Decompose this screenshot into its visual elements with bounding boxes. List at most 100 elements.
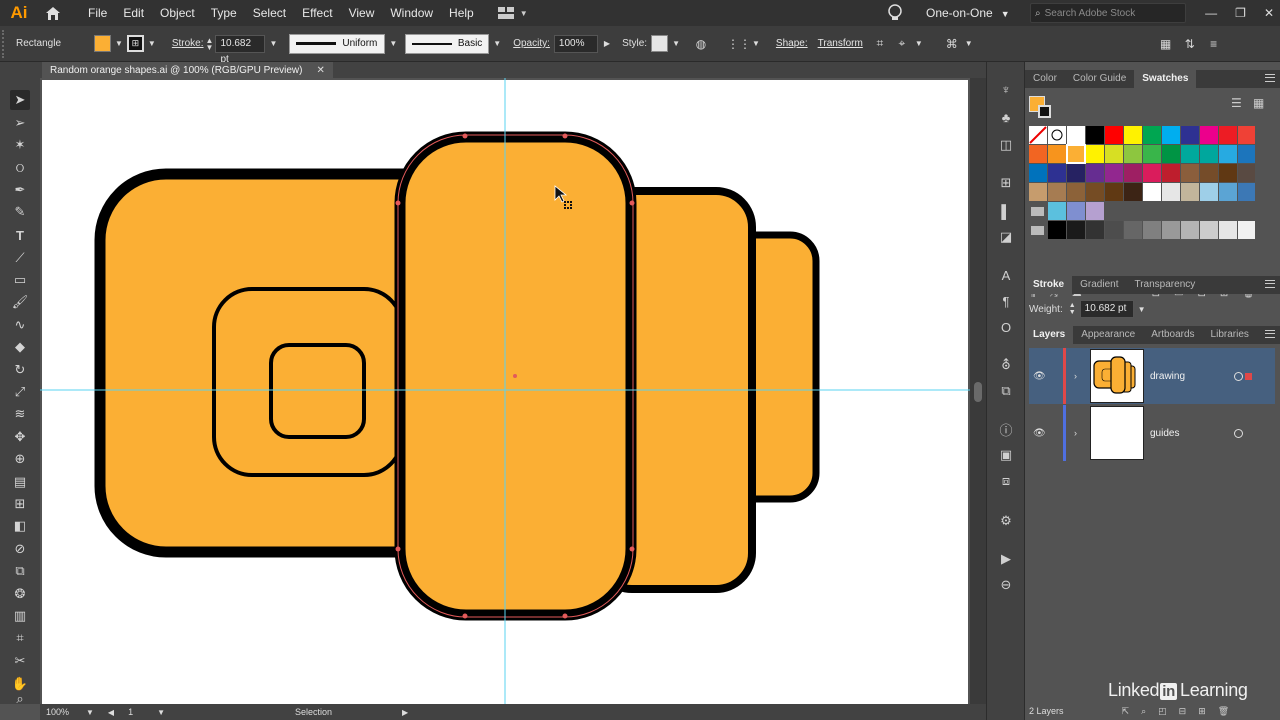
swatch[interactable] (1124, 183, 1142, 201)
tab-artboards[interactable]: Artboards (1143, 326, 1202, 344)
zoom-level[interactable]: 100% (46, 707, 86, 717)
weight-input[interactable]: 10.682 pt (1079, 300, 1134, 318)
swatch[interactable] (1029, 164, 1047, 182)
artwork-canvas[interactable] (40, 78, 970, 704)
swatch[interactable] (1066, 144, 1086, 164)
tab-layers[interactable]: Layers (1025, 326, 1074, 344)
swatch[interactable] (1200, 221, 1218, 239)
export-icon[interactable]: ⇱ (1122, 706, 1130, 717)
swatch[interactable] (1124, 221, 1142, 239)
brush-definition-select[interactable]: Basic (405, 33, 490, 54)
blend-tool-icon[interactable]: ⧉ (10, 561, 30, 581)
new-sublayer-icon[interactable]: ⊟ (1179, 706, 1187, 717)
isolate-object-icon[interactable]: ⌗ (871, 35, 889, 53)
swatch[interactable] (1086, 126, 1104, 144)
layer-name[interactable]: drawing (1150, 371, 1230, 382)
tab-appearance[interactable]: Appearance (1073, 326, 1143, 344)
perspective-grid-tool-icon[interactable]: ▤ (10, 472, 30, 492)
tab-stroke[interactable]: Stroke (1025, 276, 1073, 294)
column-graph-tool-icon[interactable]: ▥ (10, 606, 30, 626)
swatch[interactable] (1238, 126, 1255, 144)
home-icon[interactable] (42, 2, 64, 24)
graphic-style-swatch[interactable] (651, 35, 669, 52)
chevron-down-icon[interactable]: ▼ (157, 708, 165, 717)
menu-edit[interactable]: Edit (115, 0, 152, 26)
swatch[interactable] (1029, 183, 1047, 201)
puppet-warp-tool-icon[interactable]: ✥ (10, 427, 30, 447)
symbol-sprayer-tool-icon[interactable]: ❂ (10, 584, 30, 604)
paragraph-panel-icon[interactable]: ¶ (997, 292, 1015, 310)
chevron-down-icon[interactable]: ▼ (148, 39, 156, 48)
swatch[interactable] (1105, 145, 1123, 163)
eraser-tool-icon[interactable]: ◆ (10, 337, 30, 357)
swatch[interactable] (1162, 164, 1180, 182)
selection-tool-icon[interactable]: ➤ (10, 90, 30, 110)
lightbulb-icon[interactable] (886, 3, 904, 23)
chevron-right-icon[interactable]: ▶ (604, 39, 610, 48)
magic-wand-tool-icon[interactable]: ✶ (10, 135, 30, 155)
shaper-tool-icon[interactable]: ∿ (10, 315, 30, 335)
swatch[interactable] (1086, 221, 1104, 239)
select-similar-icon[interactable]: ⌖ (893, 35, 911, 53)
chevron-down-icon[interactable]: ▼ (965, 39, 973, 48)
actions-panel-icon[interactable]: ▶ (997, 550, 1015, 568)
gradient-tool-icon[interactable]: ◧ (10, 516, 30, 536)
list-view-icon[interactable]: ☰ (1231, 96, 1242, 110)
tab-color-guide[interactable]: Color Guide (1065, 70, 1134, 88)
pen-tool-icon[interactable]: ✒ (10, 180, 30, 200)
zoom-tool-icon[interactable]: ⌕ (10, 691, 30, 706)
swatch[interactable] (1029, 145, 1047, 163)
expand-arrow-icon[interactable]: › (1074, 428, 1084, 438)
align-icon[interactable]: ⋮⋮ (727, 35, 751, 53)
chevron-down-icon[interactable]: ▼ (1138, 305, 1146, 314)
tab-gradient[interactable]: Gradient (1072, 276, 1126, 294)
paintbrush-tool-icon[interactable]: 🖌 (10, 292, 30, 312)
direct-selection-tool-icon[interactable]: ➢ (10, 113, 30, 133)
chevron-down-icon[interactable]: ▼ (672, 39, 680, 48)
eyedropper-tool-icon[interactable]: ⊘ (10, 539, 30, 559)
chevron-down-icon[interactable]: ▼ (915, 39, 923, 48)
visibility-eye-icon[interactable]: 👁 (1033, 371, 1049, 382)
swatch[interactable] (1238, 145, 1255, 163)
restore-icon[interactable]: ❐ (1235, 6, 1246, 20)
locate-object-icon[interactable]: ⌕ (1141, 706, 1146, 717)
swatch[interactable] (1162, 145, 1180, 163)
menu-effect[interactable]: Effect (294, 0, 340, 26)
info-panel-icon[interactable]: ⓘ (997, 420, 1015, 438)
vertical-scrollbar[interactable] (970, 78, 986, 704)
layer-name[interactable]: guides (1150, 428, 1230, 439)
swatch[interactable] (1181, 126, 1199, 144)
opentype-panel-icon[interactable]: O (997, 318, 1015, 336)
make-clipping-mask-icon[interactable]: ◰ (1158, 706, 1167, 717)
swatch[interactable] (1067, 202, 1085, 220)
shape-link[interactable]: Shape: (776, 38, 808, 49)
panel-menu-icon[interactable] (1265, 280, 1275, 288)
recolor-artwork-icon[interactable]: ◍ (692, 35, 710, 53)
stroke-color-swatch[interactable]: ⊞ (126, 35, 144, 52)
artboard-tool-icon[interactable]: ⌗ (10, 628, 30, 648)
swatch[interactable] (1200, 145, 1218, 163)
shape-builder-tool-icon[interactable]: ⊕ (10, 449, 30, 469)
swatch[interactable] (1086, 164, 1104, 182)
swatch[interactable] (1219, 164, 1237, 182)
document-info-panel-icon[interactable]: ▣ (997, 446, 1015, 464)
menu-type[interactable]: Type (203, 0, 245, 26)
innermost-rounded-square[interactable] (269, 343, 366, 439)
delete-layer-icon[interactable]: 🗑 (1218, 706, 1229, 717)
curvature-tool-icon[interactable]: ✎ (10, 202, 30, 222)
swatch[interactable] (1105, 126, 1123, 144)
stroke-weight-spinner[interactable]: ▲ ▼ (206, 36, 214, 51)
brushes-panel-icon[interactable]: ♆ (997, 80, 1015, 98)
color-group-folder-icon[interactable] (1031, 226, 1044, 235)
properties-panel-icon[interactable]: ⚙ (997, 512, 1015, 530)
align-panel-icon[interactable]: ⊞ (997, 174, 1015, 192)
close-window-icon[interactable]: ✕ (1264, 6, 1274, 20)
stroke-label[interactable]: Stroke: (172, 38, 204, 49)
swatch[interactable] (1143, 183, 1161, 201)
transform-link[interactable]: Transform (818, 38, 863, 49)
chevron-down-icon[interactable]: ▼ (493, 39, 501, 48)
swatch[interactable] (1162, 221, 1180, 239)
opacity-input[interactable]: 100% (553, 34, 598, 53)
swatch[interactable] (1048, 164, 1066, 182)
new-layer-icon[interactable]: ⊞ (1198, 706, 1206, 717)
